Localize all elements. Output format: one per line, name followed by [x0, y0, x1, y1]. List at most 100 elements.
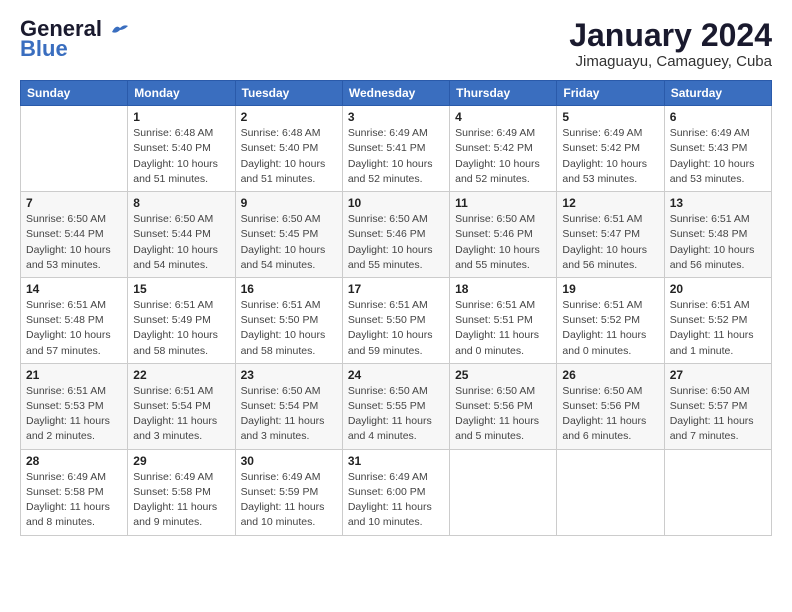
cell-content: Sunrise: 6:51 AM Sunset: 5:49 PM Dayligh…	[133, 298, 229, 359]
day-number: 15	[133, 282, 229, 296]
cell-content: Sunrise: 6:51 AM Sunset: 5:48 PM Dayligh…	[26, 298, 122, 359]
day-number: 11	[455, 196, 551, 210]
cell-content: Sunrise: 6:49 AM Sunset: 6:00 PM Dayligh…	[348, 470, 444, 531]
calendar-cell	[450, 449, 557, 535]
cell-content: Sunrise: 6:51 AM Sunset: 5:53 PM Dayligh…	[26, 384, 122, 445]
calendar-cell: 15 Sunrise: 6:51 AM Sunset: 5:49 PM Dayli…	[128, 277, 235, 363]
calendar-week-row: 21 Sunrise: 6:51 AM Sunset: 5:53 PM Dayli…	[21, 363, 772, 449]
cell-content: Sunrise: 6:50 AM Sunset: 5:44 PM Dayligh…	[133, 212, 229, 273]
cell-content: Sunrise: 6:51 AM Sunset: 5:50 PM Dayligh…	[348, 298, 444, 359]
day-number: 14	[26, 282, 122, 296]
cell-content: Sunrise: 6:49 AM Sunset: 5:41 PM Dayligh…	[348, 126, 444, 187]
calendar-cell: 14 Sunrise: 6:51 AM Sunset: 5:48 PM Dayli…	[21, 277, 128, 363]
calendar-cell: 9Sunrise: 6:50 AM Sunset: 5:45 PM Daylig…	[235, 192, 342, 278]
day-number: 23	[241, 368, 337, 382]
calendar-cell	[664, 449, 771, 535]
weekday-header: Thursday	[450, 81, 557, 106]
calendar-cell: 20 Sunrise: 6:51 AM Sunset: 5:52 PM Dayli…	[664, 277, 771, 363]
cell-content: Sunrise: 6:50 AM Sunset: 5:46 PM Dayligh…	[348, 212, 444, 273]
calendar-cell: 17Sunrise: 6:51 AM Sunset: 5:50 PM Dayli…	[342, 277, 449, 363]
day-number: 28	[26, 454, 122, 468]
calendar-week-row: 1 Sunrise: 6:48 AM Sunset: 5:40 PM Daylig…	[21, 106, 772, 192]
cell-content: Sunrise: 6:49 AM Sunset: 5:42 PM Dayligh…	[562, 126, 658, 187]
cell-content: Sunrise: 6:50 AM Sunset: 5:57 PM Dayligh…	[670, 384, 766, 445]
day-number: 13	[670, 196, 766, 210]
day-number: 21	[26, 368, 122, 382]
day-number: 27	[670, 368, 766, 382]
calendar-table: SundayMondayTuesdayWednesdayThursdayFrid…	[20, 80, 772, 535]
calendar-cell: 31 Sunrise: 6:49 AM Sunset: 6:00 PM Dayli…	[342, 449, 449, 535]
logo: General Blue	[20, 18, 130, 60]
calendar-cell: 27 Sunrise: 6:50 AM Sunset: 5:57 PM Dayli…	[664, 363, 771, 449]
day-number: 8	[133, 196, 229, 210]
day-number: 31	[348, 454, 444, 468]
calendar-subtitle: Jimaguayu, Camaguey, Cuba	[569, 53, 772, 70]
calendar-cell	[21, 106, 128, 192]
cell-content: Sunrise: 6:51 AM Sunset: 5:51 PM Dayligh…	[455, 298, 551, 359]
cell-content: Sunrise: 6:51 AM Sunset: 5:52 PM Dayligh…	[562, 298, 658, 359]
cell-content: Sunrise: 6:49 AM Sunset: 5:59 PM Dayligh…	[241, 470, 337, 531]
cell-content: Sunrise: 6:49 AM Sunset: 5:43 PM Dayligh…	[670, 126, 766, 187]
calendar-cell: 2 Sunrise: 6:48 AM Sunset: 5:40 PM Daylig…	[235, 106, 342, 192]
cell-content: Sunrise: 6:48 AM Sunset: 5:40 PM Dayligh…	[133, 126, 229, 187]
calendar-week-row: 28 Sunrise: 6:49 AM Sunset: 5:58 PM Dayli…	[21, 449, 772, 535]
title-block: January 2024 Jimaguayu, Camaguey, Cuba	[569, 18, 772, 70]
cell-content: Sunrise: 6:50 AM Sunset: 5:46 PM Dayligh…	[455, 212, 551, 273]
day-number: 19	[562, 282, 658, 296]
logo-blue-text: Blue	[20, 38, 68, 60]
day-number: 26	[562, 368, 658, 382]
weekday-header-row: SundayMondayTuesdayWednesdayThursdayFrid…	[21, 81, 772, 106]
day-number: 18	[455, 282, 551, 296]
day-number: 3	[348, 110, 444, 124]
calendar-week-row: 7 Sunrise: 6:50 AM Sunset: 5:44 PM Daylig…	[21, 192, 772, 278]
calendar-cell: 21 Sunrise: 6:51 AM Sunset: 5:53 PM Dayli…	[21, 363, 128, 449]
day-number: 20	[670, 282, 766, 296]
day-number: 24	[348, 368, 444, 382]
calendar-cell: 10 Sunrise: 6:50 AM Sunset: 5:46 PM Dayli…	[342, 192, 449, 278]
logo-bird-icon	[110, 22, 130, 38]
cell-content: Sunrise: 6:50 AM Sunset: 5:55 PM Dayligh…	[348, 384, 444, 445]
page-container: General Blue January 2024 Jimaguayu, Cam…	[0, 0, 792, 546]
calendar-cell: 8 Sunrise: 6:50 AM Sunset: 5:44 PM Daylig…	[128, 192, 235, 278]
calendar-cell: 3 Sunrise: 6:49 AM Sunset: 5:41 PM Daylig…	[342, 106, 449, 192]
calendar-cell: 29Sunrise: 6:49 AM Sunset: 5:58 PM Dayli…	[128, 449, 235, 535]
weekday-header: Wednesday	[342, 81, 449, 106]
calendar-title: January 2024	[569, 18, 772, 53]
day-number: 6	[670, 110, 766, 124]
calendar-cell: 4Sunrise: 6:49 AM Sunset: 5:42 PM Daylig…	[450, 106, 557, 192]
day-number: 7	[26, 196, 122, 210]
calendar-cell: 22Sunrise: 6:51 AM Sunset: 5:54 PM Dayli…	[128, 363, 235, 449]
calendar-cell: 7Sunrise: 6:50 AM Sunset: 5:44 PM Daylig…	[21, 192, 128, 278]
day-number: 12	[562, 196, 658, 210]
calendar-cell: 30 Sunrise: 6:49 AM Sunset: 5:59 PM Dayli…	[235, 449, 342, 535]
cell-content: Sunrise: 6:50 AM Sunset: 5:45 PM Dayligh…	[241, 212, 337, 273]
cell-content: Sunrise: 6:49 AM Sunset: 5:58 PM Dayligh…	[133, 470, 229, 531]
calendar-cell: 24 Sunrise: 6:50 AM Sunset: 5:55 PM Dayli…	[342, 363, 449, 449]
calendar-week-row: 14 Sunrise: 6:51 AM Sunset: 5:48 PM Dayli…	[21, 277, 772, 363]
calendar-cell: 12Sunrise: 6:51 AM Sunset: 5:47 PM Dayli…	[557, 192, 664, 278]
day-number: 2	[241, 110, 337, 124]
cell-content: Sunrise: 6:49 AM Sunset: 5:58 PM Dayligh…	[26, 470, 122, 531]
day-number: 30	[241, 454, 337, 468]
calendar-cell: 16Sunrise: 6:51 AM Sunset: 5:50 PM Dayli…	[235, 277, 342, 363]
calendar-cell: 23 Sunrise: 6:50 AM Sunset: 5:54 PM Dayli…	[235, 363, 342, 449]
calendar-cell: 25Sunrise: 6:50 AM Sunset: 5:56 PM Dayli…	[450, 363, 557, 449]
day-number: 1	[133, 110, 229, 124]
cell-content: Sunrise: 6:51 AM Sunset: 5:48 PM Dayligh…	[670, 212, 766, 273]
weekday-header: Saturday	[664, 81, 771, 106]
day-number: 5	[562, 110, 658, 124]
calendar-cell: 19 Sunrise: 6:51 AM Sunset: 5:52 PM Dayli…	[557, 277, 664, 363]
weekday-header: Sunday	[21, 81, 128, 106]
cell-content: Sunrise: 6:50 AM Sunset: 5:54 PM Dayligh…	[241, 384, 337, 445]
weekday-header: Friday	[557, 81, 664, 106]
day-number: 25	[455, 368, 551, 382]
cell-content: Sunrise: 6:51 AM Sunset: 5:52 PM Dayligh…	[670, 298, 766, 359]
calendar-cell: 13 Sunrise: 6:51 AM Sunset: 5:48 PM Dayli…	[664, 192, 771, 278]
day-number: 16	[241, 282, 337, 296]
day-number: 4	[455, 110, 551, 124]
weekday-header: Tuesday	[235, 81, 342, 106]
day-number: 10	[348, 196, 444, 210]
cell-content: Sunrise: 6:48 AM Sunset: 5:40 PM Dayligh…	[241, 126, 337, 187]
calendar-cell: 6 Sunrise: 6:49 AM Sunset: 5:43 PM Daylig…	[664, 106, 771, 192]
calendar-cell	[557, 449, 664, 535]
